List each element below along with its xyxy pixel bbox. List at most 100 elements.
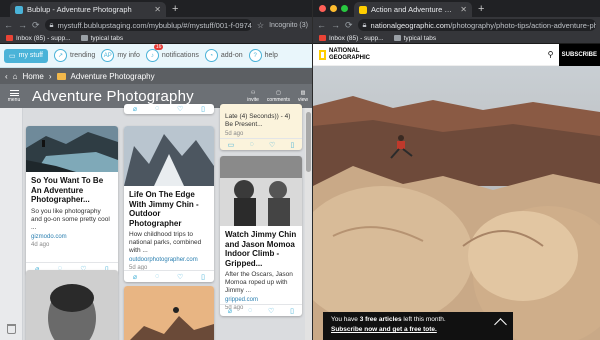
- like-icon[interactable]: ♡: [177, 105, 183, 113]
- back-chevron-icon[interactable]: ‹: [5, 72, 8, 81]
- natgeo-logo[interactable]: NATIONAL GEOGRAPHIC: [319, 48, 370, 61]
- bookmark-typical-tabs[interactable]: typical tabs: [393, 34, 437, 42]
- note-icon[interactable]: ▭: [228, 141, 235, 149]
- nav-add-on[interactable]: ◔ add-on: [204, 49, 243, 62]
- bell-icon: ♪: [145, 49, 159, 62]
- menu-button[interactable]: menu: [4, 89, 24, 103]
- like-icon[interactable]: ♡: [269, 141, 275, 149]
- page-title: Adventure Photography: [32, 87, 194, 105]
- breadcrumb-folder[interactable]: Adventure Photography: [71, 72, 155, 81]
- share-icon[interactable]: ▯: [201, 105, 205, 113]
- new-tab-icon[interactable]: +: [478, 3, 484, 15]
- card-thumbnail: [124, 126, 214, 186]
- bookmark-typical-tabs[interactable]: typical tabs: [80, 35, 123, 42]
- view-button[interactable]: ▥ view: [298, 90, 308, 103]
- card-source[interactable]: outdoorphotographer.com: [129, 257, 209, 263]
- trending-icon: ↗: [54, 49, 68, 62]
- attach-icon[interactable]: ⌀: [133, 273, 137, 281]
- comment-icon[interactable]: ◌: [250, 141, 254, 148]
- bublup-top-nav: ▭ my stuff ↗ trending AP my info ♪ 16 no…: [0, 44, 312, 68]
- minimize-window-icon[interactable]: [330, 5, 337, 12]
- bublup-favicon-icon: [15, 5, 23, 14]
- bookmark-label: Inbox (85) - supp...: [16, 34, 71, 42]
- bookmark-inbox[interactable]: Inbox (85) - supp...: [319, 35, 384, 42]
- close-tab-icon[interactable]: ✕: [460, 5, 467, 14]
- card-actions: ⌀ ◌ ♡ ▯: [220, 304, 302, 316]
- item-card[interactable]: [124, 286, 214, 340]
- back-icon[interactable]: ←: [317, 20, 326, 30]
- scrollbar[interactable]: [305, 108, 312, 340]
- tool-label: invite: [247, 96, 259, 103]
- comment-icon[interactable]: ◌: [155, 273, 159, 280]
- url-field[interactable]: 🔒︎ mystuff.bublupstaging.com/mybublup/#/…: [44, 19, 252, 31]
- like-icon[interactable]: ♡: [177, 273, 183, 281]
- nav-label: my info: [117, 52, 140, 59]
- user-icon[interactable]: ⚲: [548, 50, 554, 60]
- incognito-indicator[interactable]: Incognito (3): [269, 22, 308, 29]
- help-icon: ?: [248, 49, 262, 62]
- nav-my-info[interactable]: AP my info: [101, 49, 140, 62]
- bookmark-label: typical tabs: [403, 34, 437, 42]
- logo-line-1: NATIONAL: [329, 48, 360, 54]
- item-card[interactable]: So You Want To Be An Adventure Photograp…: [26, 126, 118, 274]
- trash-icon[interactable]: [7, 324, 16, 334]
- comments-button[interactable]: ▢ comments: [267, 90, 290, 103]
- bookmark-inbox[interactable]: Inbox (85) - supp...: [6, 35, 71, 42]
- new-tab-icon[interactable]: +: [172, 3, 178, 15]
- reload-icon[interactable]: ⟳: [32, 20, 40, 31]
- natgeo-browser-window: Action and Adventure Photogra ✕ + ← → ⟳ …: [313, 0, 600, 340]
- star-icon[interactable]: ☆: [257, 21, 264, 30]
- subscribe-button[interactable]: SUBSCRIBE: [558, 44, 600, 66]
- nav-trending[interactable]: ↗ trending: [54, 49, 95, 62]
- card-description: Late (4) Seconds)) - 4) Be Present...: [225, 113, 291, 128]
- maximize-window-icon[interactable]: [341, 5, 348, 12]
- url-path: /photography/photo-tips/action-adventure…: [450, 20, 596, 30]
- scrollbar-thumb[interactable]: [306, 112, 311, 172]
- close-window-icon[interactable]: [319, 5, 326, 12]
- nav-my-stuff[interactable]: ▭ my stuff: [4, 48, 49, 63]
- item-card[interactable]: Watch Jimmy Chin and Jason Momoa Indoor …: [220, 156, 302, 316]
- url-field[interactable]: 🔒︎ nationalgeographic.com/photography/ph…: [357, 19, 596, 31]
- item-card[interactable]: Late (4) Seconds)) - 4) Be Present... 5d…: [220, 104, 302, 150]
- invite-button[interactable]: ⚇ invite: [247, 90, 259, 103]
- card-actions: ⌀ ◌ ♡ ▯: [124, 270, 214, 282]
- breadcrumb-home[interactable]: Home: [23, 72, 44, 81]
- card-thumbnail: [220, 156, 302, 226]
- card-source[interactable]: gizmodo.com: [31, 234, 113, 240]
- tab-title: Action and Adventure Photogra: [371, 5, 456, 14]
- item-card[interactable]: Life On The Edge With Jimmy Chin - Outdo…: [124, 126, 214, 282]
- share-icon[interactable]: ▯: [291, 141, 295, 149]
- bookmarks-bar: Inbox (85) - supp... typical tabs: [313, 33, 600, 44]
- tab-bublup[interactable]: Bublup - Adventure Photograph ✕: [10, 2, 166, 17]
- tab-natgeo[interactable]: Action and Adventure Photogra ✕: [354, 2, 472, 17]
- tool-label: comments: [266, 96, 290, 103]
- paywall-banner: You have 3 free articles left this month…: [323, 312, 513, 340]
- tab-strip: Action and Adventure Photogra ✕ +: [313, 0, 600, 17]
- reload-icon[interactable]: ⟳: [345, 20, 353, 31]
- share-icon[interactable]: ▯: [290, 307, 294, 315]
- url-host: nationalgeographic.com: [370, 20, 451, 30]
- forward-icon[interactable]: →: [331, 20, 340, 30]
- attach-icon[interactable]: ⌀: [228, 307, 232, 315]
- item-card[interactable]: [26, 270, 118, 340]
- comment-icon[interactable]: ◌: [155, 105, 159, 112]
- card-title: So You Want To Be An Adventure Photograp…: [31, 176, 104, 204]
- close-tab-icon[interactable]: ✕: [154, 5, 161, 14]
- subscribe-link[interactable]: Subscribe now and get a free tote.: [331, 326, 505, 333]
- gmail-icon: [6, 35, 13, 41]
- comment-icon[interactable]: ◌: [248, 307, 252, 314]
- attach-icon[interactable]: ⌀: [133, 105, 137, 113]
- tab-title: Bublup - Adventure Photograph: [27, 5, 132, 14]
- add-person-icon: ⚇: [250, 89, 256, 96]
- share-icon[interactable]: ▯: [201, 273, 205, 281]
- forward-icon[interactable]: →: [18, 20, 27, 30]
- natgeo-favicon-icon: [359, 5, 367, 14]
- like-icon[interactable]: ♡: [268, 307, 274, 315]
- back-icon[interactable]: ←: [4, 20, 13, 30]
- separator-icon: ›: [48, 71, 52, 81]
- nav-notifications[interactable]: ♪ 16 notifications: [145, 44, 199, 62]
- folder-icon: [393, 35, 401, 41]
- nav-label: add-on: [220, 52, 243, 59]
- card-source[interactable]: gripped.com: [225, 297, 297, 303]
- nav-help[interactable]: ? help: [248, 49, 278, 62]
